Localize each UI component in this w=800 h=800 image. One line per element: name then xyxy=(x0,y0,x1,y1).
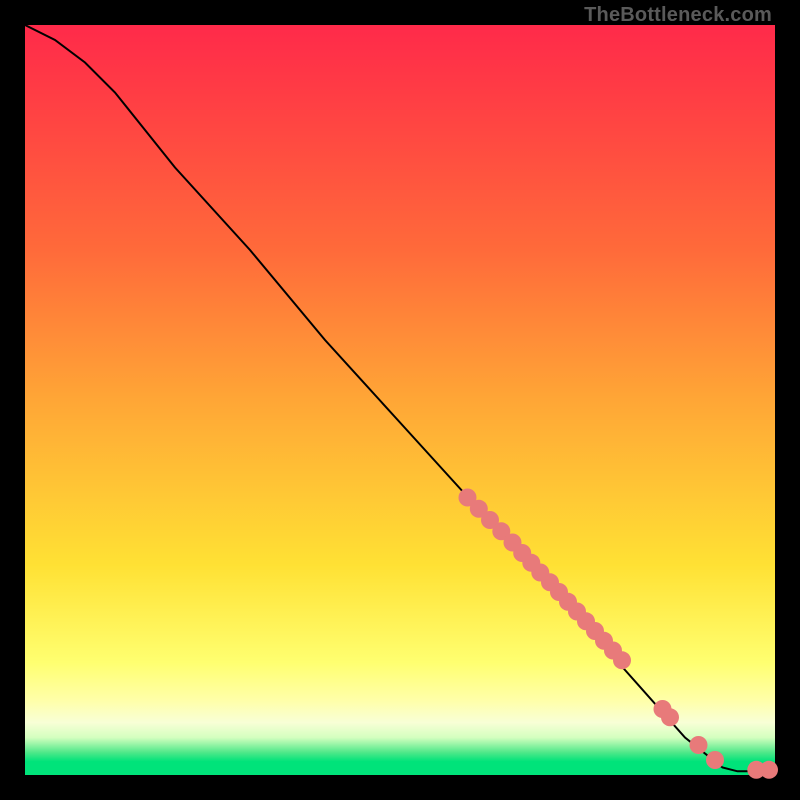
data-point xyxy=(706,751,724,769)
chart-svg xyxy=(25,25,775,775)
bottleneck-curve xyxy=(25,25,775,771)
data-point xyxy=(661,708,679,726)
data-point xyxy=(613,651,631,669)
data-point xyxy=(760,761,778,779)
data-point xyxy=(690,736,708,754)
watermark-text: TheBottleneck.com xyxy=(584,4,772,27)
chart-stage: TheBottleneck.com xyxy=(0,0,800,800)
data-points-group xyxy=(459,489,779,779)
plot-area xyxy=(25,25,775,775)
